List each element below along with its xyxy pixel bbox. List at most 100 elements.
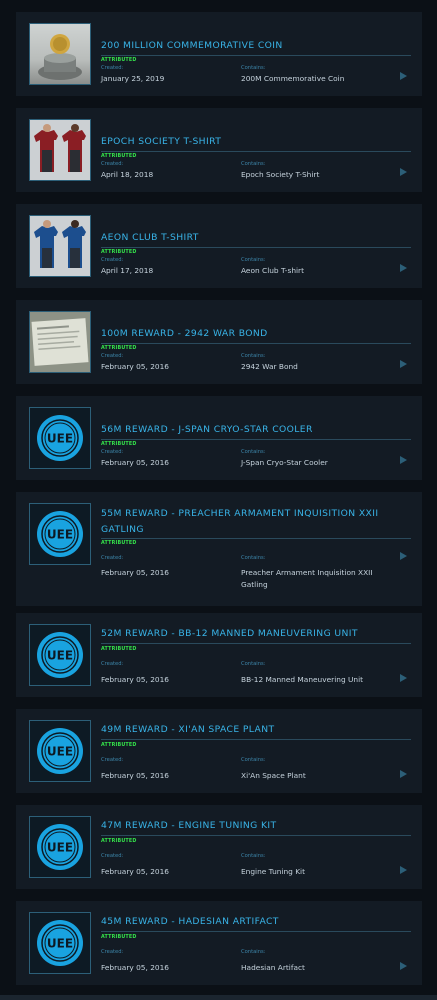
title-divider <box>101 247 411 248</box>
created-label: Created: <box>101 257 124 263</box>
title-divider <box>101 55 411 56</box>
svg-text:UEE: UEE <box>47 432 73 446</box>
uee-logo-icon: UEE <box>29 912 91 974</box>
war-bond-thumbnail <box>29 311 91 373</box>
list-item[interactable]: 100M REWARD - 2942 WAR BOND ATTRIBUTED C… <box>16 300 422 384</box>
created-label: Created: <box>101 65 124 71</box>
svg-text:UEE: UEE <box>47 841 73 855</box>
play-icon[interactable] <box>400 770 407 778</box>
list-item[interactable]: UEE 55M REWARD - PREACHER ARMAMENT INQUI… <box>16 492 422 606</box>
list-item[interactable]: 200 MILLION COMMEMORATIVE COIN ATTRIBUTE… <box>16 12 422 96</box>
attributed-badge: ATTRIBUTED <box>101 58 137 63</box>
contains-value: Engine Tuning Kit <box>241 867 306 876</box>
contains-value: Xi'An Space Plant <box>241 771 306 780</box>
svg-text:UEE: UEE <box>47 745 73 759</box>
contains-label: Contains: <box>241 449 266 455</box>
created-date: February 05, 2016 <box>101 771 170 780</box>
item-title[interactable]: 47M REWARD - ENGINE TUNING KIT <box>101 818 401 834</box>
title-divider <box>101 931 411 932</box>
item-title[interactable]: 56M REWARD - J-SPAN CRYO-STAR COOLER <box>101 422 401 438</box>
contains-value: 200M Commemorative Coin <box>241 74 345 83</box>
svg-text:UEE: UEE <box>47 528 73 542</box>
contains-value: J-Span Cryo-Star Cooler <box>241 458 328 467</box>
created-label: Created: <box>101 449 124 455</box>
title-divider <box>101 151 411 152</box>
created-date: April 18, 2018 <box>101 170 154 179</box>
title-divider <box>101 538 411 539</box>
play-icon[interactable] <box>400 866 407 874</box>
contains-label: Contains: <box>241 555 266 561</box>
play-icon[interactable] <box>400 72 407 80</box>
created-label: Created: <box>101 353 124 359</box>
contains-label: Contains: <box>241 853 266 859</box>
uee-logo-icon: UEE <box>29 816 91 878</box>
title-divider <box>101 439 411 440</box>
play-icon[interactable] <box>400 674 407 682</box>
uee-logo-icon: UEE <box>29 503 91 565</box>
contains-label: Contains: <box>241 353 266 359</box>
item-title[interactable]: 200 MILLION COMMEMORATIVE COIN <box>101 38 401 54</box>
attributed-badge: ATTRIBUTED <box>101 935 137 940</box>
contains-label: Contains: <box>241 257 266 263</box>
bottom-bar <box>0 995 437 1000</box>
play-icon[interactable] <box>400 456 407 464</box>
item-title[interactable]: 52M REWARD - BB-12 MANNED MANEUVERING UN… <box>101 626 401 642</box>
list-item[interactable]: UEE 49M REWARD - XI'AN SPACE PLANT ATTRI… <box>16 709 422 793</box>
play-icon[interactable] <box>400 962 407 970</box>
play-icon[interactable] <box>400 552 407 560</box>
created-label: Created: <box>101 853 124 859</box>
uee-logo-icon: UEE <box>29 720 91 782</box>
play-icon[interactable] <box>400 264 407 272</box>
title-divider <box>101 835 411 836</box>
list-item[interactable]: UEE 45M REWARD - HADESIAN ARTIFACT ATTRI… <box>16 901 422 985</box>
created-label: Created: <box>101 661 124 667</box>
created-date: February 05, 2016 <box>101 867 170 876</box>
created-date: February 05, 2016 <box>101 963 170 972</box>
play-icon[interactable] <box>400 360 407 368</box>
attributed-badge: ATTRIBUTED <box>101 442 137 447</box>
item-title[interactable]: 55M REWARD - PREACHER ARMAMENT INQUISITI… <box>101 506 401 538</box>
title-divider <box>101 739 411 740</box>
list-item[interactable]: UEE 56M REWARD - J-SPAN CRYO-STAR COOLER… <box>16 396 422 480</box>
list-item[interactable]: UEE 47M REWARD - ENGINE TUNING KIT ATTRI… <box>16 805 422 889</box>
item-title[interactable]: 49M REWARD - XI'AN SPACE PLANT <box>101 722 401 738</box>
list-item[interactable]: EPOCH SOCIETY T-SHIRT ATTRIBUTED Created… <box>16 108 422 192</box>
item-title[interactable]: EPOCH SOCIETY T-SHIRT <box>101 134 401 150</box>
item-title[interactable]: 100M REWARD - 2942 WAR BOND <box>101 326 401 342</box>
contains-value: BB-12 Manned Maneuvering Unit <box>241 675 364 684</box>
created-label: Created: <box>101 161 124 167</box>
created-date: February 05, 2016 <box>101 458 170 467</box>
svg-text:UEE: UEE <box>47 649 73 663</box>
title-divider <box>101 343 411 344</box>
created-date: February 05, 2016 <box>101 568 170 577</box>
attributed-badge: ATTRIBUTED <box>101 346 137 351</box>
contains-value: 2942 War Bond <box>241 362 298 371</box>
contains-label: Contains: <box>241 757 266 763</box>
list-item[interactable]: AEON CLUB T-SHIRT ATTRIBUTED Created: Co… <box>16 204 422 288</box>
contains-label: Contains: <box>241 161 266 167</box>
created-date: January 25, 2019 <box>101 74 165 83</box>
item-title[interactable]: 45M REWARD - HADESIAN ARTIFACT <box>101 914 401 930</box>
created-label: Created: <box>101 555 124 561</box>
uee-logo-icon: UEE <box>29 624 91 686</box>
contains-value: Aeon Club T-shirt <box>241 266 304 275</box>
contains-value: Epoch Society T-Shirt <box>241 170 320 179</box>
list-item[interactable]: UEE 52M REWARD - BB-12 MANNED MANEUVERIN… <box>16 613 422 697</box>
contains-value: Preacher Armament Inquisition XXII Gatli… <box>241 568 373 589</box>
play-icon[interactable] <box>400 168 407 176</box>
attributed-badge: ATTRIBUTED <box>101 250 137 255</box>
tshirt-thumbnail <box>29 119 91 181</box>
item-title[interactable]: AEON CLUB T-SHIRT <box>101 230 401 246</box>
created-date: February 05, 2016 <box>101 362 170 371</box>
created-label: Created: <box>101 949 124 955</box>
contains-label: Contains: <box>241 65 266 71</box>
svg-text:UEE: UEE <box>47 937 73 951</box>
uee-logo-icon: UEE <box>29 407 91 469</box>
attributed-badge: ATTRIBUTED <box>101 154 137 159</box>
created-date: April 17, 2018 <box>101 266 154 275</box>
coin-thumbnail <box>29 23 91 85</box>
contains-label: Contains: <box>241 949 266 955</box>
created-date: February 05, 2016 <box>101 675 170 684</box>
contains-value: Hadesian Artifact <box>241 963 305 972</box>
attributed-badge: ATTRIBUTED <box>101 541 137 546</box>
